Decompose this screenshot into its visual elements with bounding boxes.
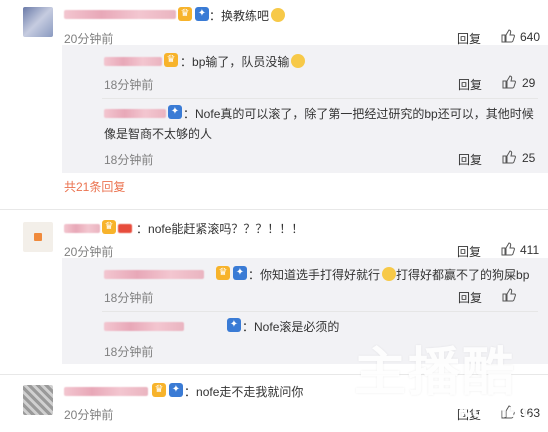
vip-badge-icon: ♛ xyxy=(152,383,166,397)
reply-divider xyxy=(102,98,538,99)
star-badge-icon: ✦ xyxy=(195,7,209,21)
comment-time: 20分钟前 xyxy=(64,408,114,422)
reply-username[interactable] xyxy=(104,57,162,66)
reply-time: 18分钟前 xyxy=(104,291,154,305)
reply-button[interactable]: 回复 xyxy=(458,151,482,168)
star-badge-icon: ✦ xyxy=(227,318,241,332)
star-badge-icon: ✦ xyxy=(233,266,247,280)
reply-username[interactable] xyxy=(104,322,184,331)
like-count: 29 xyxy=(522,76,536,90)
watermark-logo: 主播酷 xyxy=(354,343,517,403)
reply-text: ：你知道选手打得好就行 打得好都赢不了的狗屎bp xyxy=(248,267,530,282)
vip-badge-icon: ♛ xyxy=(102,220,116,234)
like-count: 640 xyxy=(520,30,541,44)
reply-username[interactable] xyxy=(104,270,204,279)
reply-time: 18分钟前 xyxy=(104,153,154,167)
watermark-url: www.zhbku.net xyxy=(356,398,531,422)
reply-button[interactable]: 回复 xyxy=(458,289,482,306)
like-icon[interactable] xyxy=(502,288,516,302)
star-badge-icon: ✦ xyxy=(168,105,182,119)
reply-button[interactable]: 回复 xyxy=(458,76,482,93)
more-replies-link[interactable]: 共21条回复 xyxy=(64,178,125,195)
vip-badge-icon: ♛ xyxy=(164,53,178,67)
comment-text: ：nofe走不走我就问你 xyxy=(184,385,304,399)
like-icon[interactable] xyxy=(501,29,515,43)
reply-text: ：Nofe滚是必须的 xyxy=(242,320,340,334)
reply-text: ：bp输了，队员没输 xyxy=(180,53,306,70)
reply-text-line1: ：Nofe真的可以滚了，除了第一把经过研究的bp还可以，其他时候 xyxy=(183,107,534,121)
like-count: 411 xyxy=(520,243,540,257)
smile-emoji-icon xyxy=(291,54,306,68)
fan-badge-icon xyxy=(118,224,132,233)
reply-time: 18分钟前 xyxy=(104,78,154,92)
vip-badge-icon: ♛ xyxy=(216,266,230,280)
reply-time: 18分钟前 xyxy=(104,345,154,359)
username[interactable] xyxy=(64,224,100,233)
username[interactable] xyxy=(64,387,148,396)
like-icon[interactable] xyxy=(502,150,516,164)
comment-divider xyxy=(0,209,548,210)
username[interactable] xyxy=(64,10,176,19)
vip-badge-icon: ♛ xyxy=(178,7,192,21)
reply-divider xyxy=(102,311,538,312)
grin-emoji-icon xyxy=(271,8,286,22)
star-badge-icon: ✦ xyxy=(169,383,183,397)
grin-emoji-icon xyxy=(382,267,397,281)
reply-username[interactable] xyxy=(104,109,166,118)
avatar[interactable] xyxy=(23,7,53,37)
avatar[interactable] xyxy=(23,222,53,252)
comment-text: ：nofe能赶紧滚吗？？？！！！ xyxy=(136,222,304,236)
reply-list: ♛ ：bp输了，队员没输 18分钟前 回复 29 ✦ ：Nofe真的可以滚了，除… xyxy=(62,45,548,173)
like-icon[interactable] xyxy=(501,242,515,256)
avatar[interactable] xyxy=(23,385,53,415)
like-count: 25 xyxy=(522,151,536,165)
like-icon[interactable] xyxy=(502,75,516,89)
comment-text: ：换教练吧 xyxy=(209,7,286,24)
reply-text-line2: 像是智商不太够的人 xyxy=(104,127,213,141)
